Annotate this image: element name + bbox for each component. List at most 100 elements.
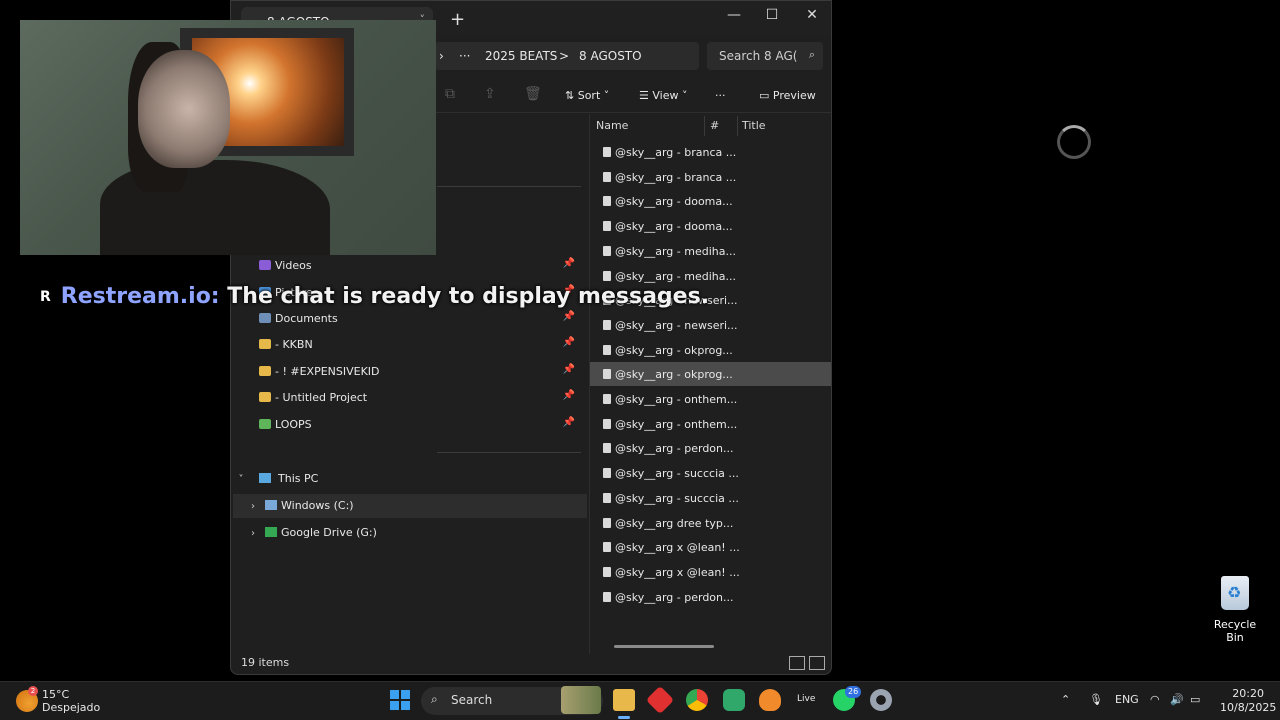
audio-file-icon [603,319,611,330]
wifi-icon[interactable]: ◠ [1150,693,1160,706]
preview-button[interactable]: ▭ Preview [759,89,816,102]
more-options-button[interactable]: ··· [715,89,726,102]
audio-file-icon [603,468,611,479]
file-row[interactable]: @sky__arg - perdon... [590,585,831,609]
audio-file-icon [603,245,611,256]
file-row[interactable]: @sky__arg - perdon... [590,436,831,460]
recycle-bin[interactable]: Recycle Bin [1204,574,1266,644]
start-button-icon[interactable] [390,690,410,710]
file-row[interactable]: @sky__arg - branca ... [590,165,831,189]
anydesk-icon[interactable] [645,685,675,715]
file-row[interactable]: @sky__arg - newseri... [590,313,831,337]
file-row[interactable]: @sky__arg - okprog... [590,362,831,387]
share-icon[interactable]: ⇪ [484,86,496,102]
file-row[interactable]: @sky__arg - dooma... [590,214,831,238]
preview-icon: ▭ [759,89,773,102]
horizontal-scrollbar[interactable] [614,645,714,648]
file-name: @sky__arg - perdon... [615,442,734,456]
settings-gear-icon[interactable] [870,689,892,711]
nav-item-4[interactable]: - KKBN 📌 [259,333,579,357]
pin-icon[interactable]: 📌 [563,364,575,375]
nav-item-label: - KKBN [275,338,313,351]
file-name: @sky__arg x @lean! ... [615,565,740,579]
column-header-name[interactable]: Name [596,119,628,132]
file-row[interactable]: @sky__arg - onthem... [590,412,831,436]
new-tab-button[interactable]: + [450,9,465,30]
breadcrumb-current[interactable]: 8 AGOSTO [579,49,642,63]
copy-icon[interactable]: ⧉ [445,86,455,102]
file-row[interactable]: @sky__arg - mediha... [590,239,831,263]
breadcrumb[interactable]: › ··· 2025 BEATS > 8 AGOSTO [435,42,699,70]
maximize-button[interactable]: ☐ [753,3,791,29]
breadcrumb-overflow[interactable]: ··· [459,49,470,63]
file-row[interactable]: @sky__arg - dooma... [590,189,831,213]
nav-item-5[interactable]: - ! #EXPENSIVEKID 📌 [259,360,579,384]
nav-this-pc[interactable]: ˅ This PC [233,467,587,491]
file-row[interactable]: @sky__arg - branca ... [590,140,831,164]
column-header-number[interactable]: # [710,119,719,132]
column-header-title[interactable]: Title [742,119,766,132]
taskbar-search-label: Search [451,693,493,707]
search-input[interactable]: Search 8 AG( ⌕ [707,42,823,70]
file-name: @sky__arg - onthem... [615,417,738,431]
file-explorer-icon[interactable] [613,689,635,711]
chat-overlay: R Restream.io: The chat is ready to displ… [40,284,709,309]
system-clock[interactable]: 20:20 10/8/2025 [1220,687,1276,715]
file-name: @sky__arg - dooma... [615,220,733,234]
nav-item-label: - ! #EXPENSIVEKID [275,365,380,378]
chat-message: The chat is ready to display messages. [227,284,710,309]
pin-icon[interactable]: 📌 [563,258,575,269]
nav-item-6[interactable]: - Untitled Project 📌 [259,386,579,410]
close-button[interactable]: ✕ [793,3,831,29]
view-button[interactable]: ☰ View ˅ [639,89,687,102]
column-divider[interactable] [704,116,705,136]
pin-icon[interactable]: 📌 [563,311,575,322]
file-row[interactable]: @sky__arg x @lean! ... [590,560,831,584]
expand-chevron-icon[interactable]: › [245,501,261,512]
nav-drive-1[interactable]: › Windows (C:) [233,494,587,518]
chrome-icon[interactable] [686,689,708,711]
language-indicator[interactable]: ENG [1115,693,1139,706]
sort-button[interactable]: ⇅ Sort ˅ [565,89,609,102]
taskbar: 2 15°C Despejado ⌕ Search Live 26 ⌃ 🎙 EN… [0,681,1280,720]
collapse-chevron-icon[interactable]: ˅ [233,474,249,485]
file-row[interactable]: @sky__arg - succcia ... [590,486,831,510]
file-row[interactable]: @sky__arg x @lean! ... [590,535,831,559]
pin-icon[interactable]: 📌 [563,337,575,348]
drive-icon [265,500,277,510]
column-divider[interactable] [737,116,738,136]
audio-file-icon [603,369,611,380]
minimize-button[interactable]: — [715,3,753,29]
file-row[interactable]: @sky__arg - onthem... [590,387,831,411]
file-name: @sky__arg - mediha... [615,244,736,258]
file-row[interactable]: @sky__arg - okprog... [590,338,831,362]
nav-drive-2[interactable]: › Google Drive (G:) [233,521,587,545]
search-highlight-image[interactable] [561,686,601,714]
audio-file-icon [603,591,611,602]
volume-icon[interactable]: 🔊 [1170,693,1184,706]
streaming-app-icon[interactable] [723,689,745,711]
delete-icon[interactable]: 🗑 [524,86,542,102]
details-view-icon[interactable] [789,656,805,670]
fl-studio-icon[interactable] [759,689,781,711]
file-name: @sky__arg - branca ... [615,146,737,159]
audio-file-icon [603,221,611,232]
breadcrumb-parent[interactable]: 2025 BEATS [485,49,557,63]
expand-chevron-icon[interactable]: › [245,528,261,539]
nav-item-7[interactable]: LOOPS 📌 [259,413,579,437]
battery-icon[interactable]: ▭ [1190,693,1200,706]
tiles-view-icon[interactable] [809,656,825,670]
file-row[interactable]: @sky__arg - succcia ... [590,461,831,485]
breadcrumb-chevron-icon[interactable]: › [439,49,444,63]
nav-item-label: LOOPS [275,418,312,431]
ableton-live-icon[interactable]: Live [797,694,815,704]
tray-overflow-icon[interactable]: ⌃ [1061,693,1070,706]
nav-item-1[interactable]: Videos 📌 [259,254,579,278]
file-name: @sky__arg - branca ... [615,170,737,184]
file-row[interactable]: @sky__arg dree typ... [590,511,831,535]
microphone-icon[interactable]: 🎙 [1089,693,1103,706]
pin-icon[interactable]: 📌 [563,417,575,428]
pin-icon[interactable]: 📌 [563,390,575,401]
file-name: @sky__arg - succcia ... [615,491,739,505]
nav-item-3[interactable]: Documents 📌 [259,307,579,331]
